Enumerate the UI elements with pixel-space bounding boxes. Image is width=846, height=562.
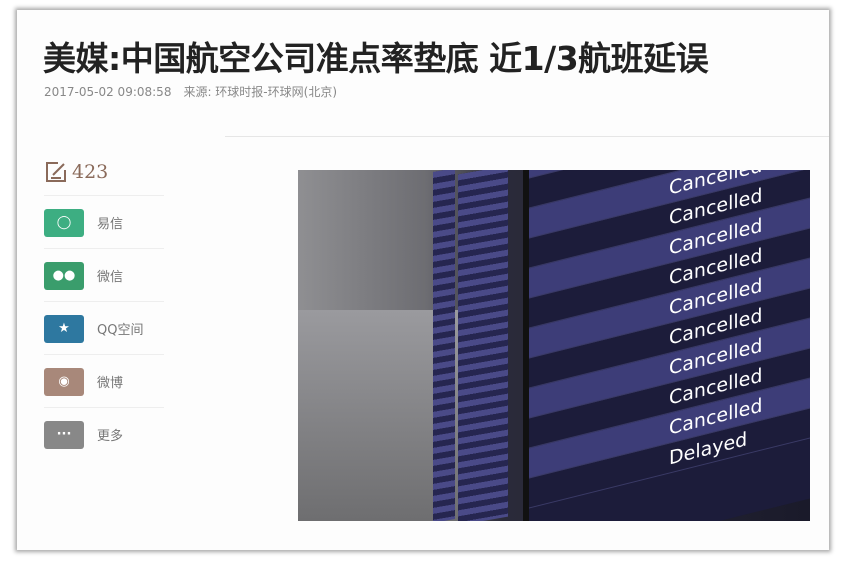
article-title: 美媒:中国航空公司准点率垫底 近1/3航班延误 — [43, 39, 709, 78]
article-meta: 2017-05-02 09:08:58 来源: 环球时报-环球网(北京) — [44, 83, 337, 100]
share-label: QQ空间 — [97, 323, 144, 338]
share-label: 微信 — [97, 270, 124, 285]
article-photo: Cancelled Cancelled Cancelled Cancelled Canc… — [298, 170, 810, 521]
article-card: 美媒:中国航空公司准点率垫底 近1/3航班延误 2017-05-02 09:08… — [17, 10, 829, 550]
weibo-icon: ◉ — [44, 367, 84, 396]
wechat-icon: ●● — [44, 261, 84, 290]
qzone-icon: ★ — [44, 314, 84, 343]
board-panel — [458, 170, 508, 521]
board-panel — [433, 170, 455, 521]
article-source[interactable]: 来源: 环球时报-环球网(北京) — [183, 85, 337, 99]
departure-board: Cancelled Cancelled Cancelled Cancelled Canc… — [523, 170, 810, 521]
share-weibo[interactable]: ◉ 微博 — [44, 354, 164, 408]
divider — [225, 136, 829, 137]
yixin-icon: ◯ — [44, 208, 84, 237]
more-icon: ··· — [44, 420, 84, 449]
share-yixin[interactable]: ◯ 易信 — [44, 195, 164, 249]
share-label: 微博 — [97, 376, 124, 391]
comment-count: 423 — [72, 161, 109, 183]
share-wechat[interactable]: ●● 微信 — [44, 248, 164, 302]
share-qzone[interactable]: ★ QQ空间 — [44, 301, 164, 355]
share-label: 易信 — [97, 217, 124, 232]
comment-count-button[interactable]: 423 — [44, 160, 108, 184]
edit-icon — [46, 162, 66, 182]
share-label: 更多 — [97, 429, 124, 444]
share-more[interactable]: ··· 更多 — [44, 407, 164, 461]
publish-date: 2017-05-02 09:08:58 — [44, 85, 172, 99]
